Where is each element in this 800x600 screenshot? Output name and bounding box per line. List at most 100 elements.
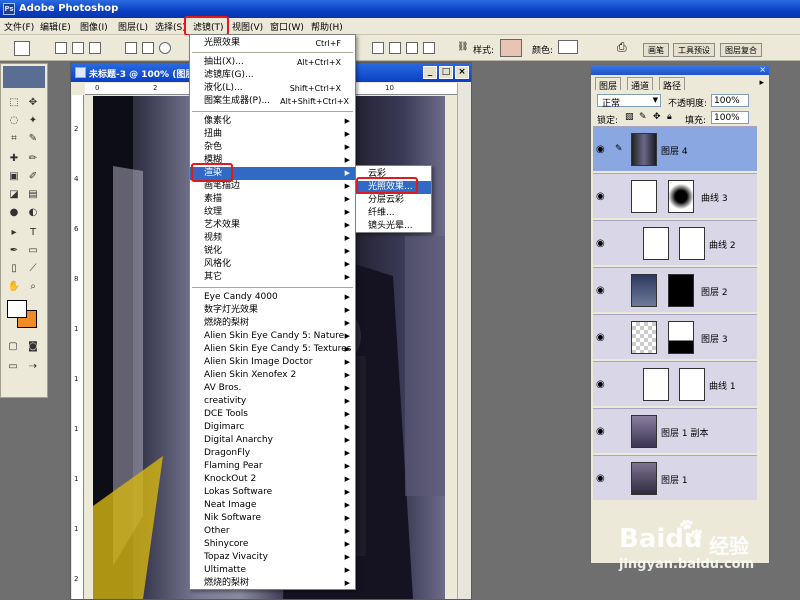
- menu-item-plugin[interactable]: Alien Skin Eye Candy 5: Textures ▶: [190, 343, 355, 356]
- layer-row[interactable]: ◉ 图层 3: [593, 314, 757, 359]
- menu-item-plugin[interactable]: Nik Software ▶: [190, 512, 355, 525]
- imageready-icon[interactable]: ⇢: [26, 360, 40, 374]
- menu-item-extract[interactable]: 抽出(X)... Alt+Ctrl+X: [190, 56, 355, 69]
- minimize-button[interactable]: _: [423, 66, 437, 79]
- menu-item-pixelate[interactable]: 像素化 ▶: [190, 115, 355, 128]
- link-icon[interactable]: ⛓: [457, 42, 468, 52]
- file-browser-icon[interactable]: ⎙: [617, 40, 627, 55]
- menu-item-plugin[interactable]: KnockOut 2 ▶: [190, 473, 355, 486]
- gradient-icon[interactable]: ▤: [26, 188, 40, 202]
- layer-row[interactable]: ◉ 图层 2: [593, 267, 757, 312]
- stamp-icon[interactable]: ▣: [7, 170, 21, 184]
- add-selection-icon[interactable]: [72, 42, 84, 54]
- visibility-eye-icon[interactable]: ◉: [596, 191, 605, 202]
- fill-input[interactable]: 100%: [711, 111, 749, 124]
- lasso-icon[interactable]: ◌: [7, 114, 21, 128]
- menu-item-sketch[interactable]: 素描 ▶: [190, 193, 355, 206]
- subtract-icon[interactable]: [423, 42, 435, 54]
- shape-rect-icon[interactable]: [125, 42, 137, 54]
- panel-close-icon[interactable]: ×: [759, 65, 766, 74]
- dodge-icon[interactable]: ◐: [26, 206, 40, 220]
- menu-item-plugin[interactable]: Alien Skin Image Doctor ▶: [190, 356, 355, 369]
- vertical-scrollbar[interactable]: [457, 83, 471, 599]
- tab-channels[interactable]: 通道: [627, 77, 654, 92]
- pen-icon[interactable]: ✒: [7, 244, 21, 258]
- tab-tool-presets[interactable]: 工具预设: [673, 43, 715, 57]
- quickmask-on-icon[interactable]: ◙: [26, 340, 40, 354]
- layer-row[interactable]: ◉ 曲线 2: [593, 220, 757, 265]
- menu-select[interactable]: 选择(S): [155, 20, 186, 33]
- menu-item-plugin[interactable]: Topaz Vivacity ▶: [190, 551, 355, 564]
- lock-move-icon[interactable]: ✥: [653, 112, 661, 122]
- menu-item-plugin[interactable]: 数字灯光效果 ▶: [190, 304, 355, 317]
- foreground-color-swatch[interactable]: [7, 300, 27, 318]
- shape-roundrect-icon[interactable]: [142, 42, 154, 54]
- menu-item-plugin[interactable]: DragonFly ▶: [190, 447, 355, 460]
- eyedropper-icon[interactable]: ⟋: [26, 262, 40, 276]
- close-button[interactable]: ×: [455, 66, 469, 79]
- zoom-icon[interactable]: ⌕: [26, 280, 40, 294]
- visibility-eye-icon[interactable]: ◉: [596, 379, 605, 390]
- screen-mode-icon[interactable]: ▭: [6, 360, 20, 374]
- visibility-eye-icon[interactable]: ◉: [596, 144, 605, 155]
- lock-transparency-icon[interactable]: ▧: [625, 112, 634, 122]
- menu-item-pattern-maker[interactable]: 图案生成器(P)... Alt+Shift+Ctrl+X: [190, 95, 355, 108]
- menu-window[interactable]: 窗口(W): [270, 20, 304, 33]
- history-brush-icon[interactable]: ✐: [26, 170, 40, 184]
- menu-item-stylize[interactable]: 风格化 ▶: [190, 258, 355, 271]
- menu-help[interactable]: 帮助(H): [311, 20, 343, 33]
- tool-preset-icon[interactable]: [14, 41, 30, 56]
- crop-icon[interactable]: ⌗: [7, 132, 21, 146]
- layer-row[interactable]: ◉ 曲线 3: [593, 173, 757, 218]
- type-icon[interactable]: T: [26, 226, 40, 240]
- quickmask-off-icon[interactable]: ▢: [6, 340, 20, 354]
- menu-item-texture[interactable]: 纹理 ▶: [190, 206, 355, 219]
- menu-item-plugin[interactable]: AV Bros. ▶: [190, 382, 355, 395]
- tab-layer-comps[interactable]: 图层复合: [720, 43, 762, 57]
- menu-item-filter-gallery[interactable]: 滤镜库(G)...: [190, 69, 355, 82]
- menu-item-plugin[interactable]: Digimarc ▶: [190, 421, 355, 434]
- menu-item-noise[interactable]: 杂色 ▶: [190, 141, 355, 154]
- menu-item-plugin[interactable]: Digital Anarchy ▶: [190, 434, 355, 447]
- menu-item-other-cn[interactable]: 其它 ▶: [190, 271, 355, 284]
- move-icon[interactable]: ✥: [26, 96, 40, 110]
- layer-row[interactable]: ◉ ✎ 图层 4: [593, 126, 757, 171]
- eraser-icon[interactable]: ◪: [7, 188, 21, 202]
- menu-item-plugin[interactable]: Neat Image ▶: [190, 499, 355, 512]
- visibility-eye-icon[interactable]: ◉: [596, 285, 605, 296]
- hand-icon[interactable]: ✋: [7, 280, 21, 294]
- visibility-eye-icon[interactable]: ◉: [596, 332, 605, 343]
- menu-item-liquify[interactable]: 液化(L)... Shift+Ctrl+X: [190, 82, 355, 95]
- style-picker[interactable]: [500, 39, 522, 57]
- menu-item-plugin[interactable]: 燃烧的梨树 ▶: [190, 577, 355, 590]
- menu-item-last-filter[interactable]: 光照效果 Ctrl+F: [190, 37, 355, 50]
- submenu-item-lens-flare[interactable]: 镜头光晕...: [356, 220, 431, 233]
- menu-view[interactable]: 视图(V): [232, 20, 263, 33]
- menu-item-plugin[interactable]: DCE Tools ▶: [190, 408, 355, 421]
- menu-item-plugin[interactable]: 燃烧的梨树 ▶: [190, 317, 355, 330]
- combine-icon[interactable]: [372, 42, 384, 54]
- menu-item-artistic[interactable]: 艺术效果 ▶: [190, 219, 355, 232]
- path-select-icon[interactable]: ▸: [7, 226, 21, 240]
- menu-layer[interactable]: 图层(L): [118, 20, 148, 33]
- menu-item-plugin[interactable]: Eye Candy 4000 ▶: [190, 291, 355, 304]
- layer-row[interactable]: ◉ 图层 1: [593, 455, 757, 500]
- tab-brushes[interactable]: 画笔: [643, 43, 669, 57]
- magic-wand-icon[interactable]: ✦: [26, 114, 40, 128]
- notes-icon[interactable]: ▯: [7, 262, 21, 276]
- layer-row[interactable]: ◉ 曲线 1: [593, 361, 757, 406]
- submenu-item-fibers[interactable]: 纤维...: [356, 207, 431, 220]
- menu-item-distort[interactable]: 扭曲 ▶: [190, 128, 355, 141]
- maximize-button[interactable]: □: [439, 66, 453, 79]
- shape-ellipse-icon[interactable]: [159, 42, 171, 54]
- marquee-icon[interactable]: ⬚: [7, 96, 21, 110]
- panel-menu-icon[interactable]: ▸: [759, 78, 764, 88]
- brush-icon[interactable]: ✏: [26, 152, 40, 166]
- blend-mode-select[interactable]: 正常 ▼: [597, 94, 661, 109]
- menu-item-plugin[interactable]: Lokas Software ▶: [190, 486, 355, 499]
- visibility-eye-icon[interactable]: ◉: [596, 426, 605, 437]
- menu-edit[interactable]: 编辑(E): [40, 20, 71, 33]
- tab-paths[interactable]: 路径: [659, 77, 686, 92]
- lock-brush-icon[interactable]: ✎: [639, 112, 647, 122]
- lock-all-icon[interactable]: 🔒︎: [667, 112, 672, 122]
